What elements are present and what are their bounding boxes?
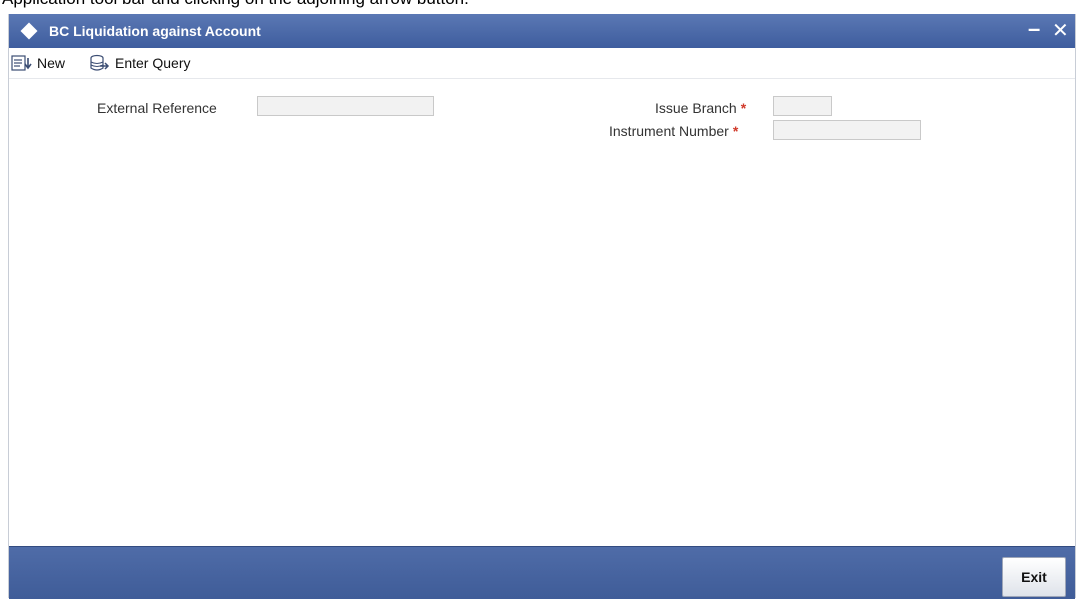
close-button[interactable]: ✕ [1052,18,1069,43]
instrument-number-label: Instrument Number * [609,123,739,139]
external-reference-field[interactable] [257,96,434,116]
new-document-icon [11,55,32,71]
required-marker: * [740,100,747,116]
minimize-button[interactable]: – [1028,16,1040,42]
application-window: BC Liquidation against Account – ✕ New E… [8,14,1076,599]
footer-bar: Exit [9,546,1075,599]
enter-query-icon [90,54,110,71]
new-button[interactable]: New [11,52,65,74]
enter-query-button[interactable]: Enter Query [89,52,190,74]
enter-query-label: Enter Query [115,55,191,71]
issue-branch-field[interactable] [773,96,832,116]
exit-button[interactable]: Exit [1002,557,1066,597]
instrument-number-field[interactable] [773,120,921,140]
document-caption: Application tool bar and clicking on the… [2,0,469,9]
window-title: BC Liquidation against Account [49,23,261,39]
title-bar: BC Liquidation against Account – ✕ [9,14,1075,48]
issue-branch-label: Issue Branch * [655,100,747,116]
new-label: New [37,55,66,71]
toolbar-divider [9,78,1075,79]
required-marker: * [732,123,739,139]
toolbar: New Enter Query [9,48,1075,78]
external-reference-label: External Reference [97,100,217,116]
diamond-icon [20,22,38,40]
